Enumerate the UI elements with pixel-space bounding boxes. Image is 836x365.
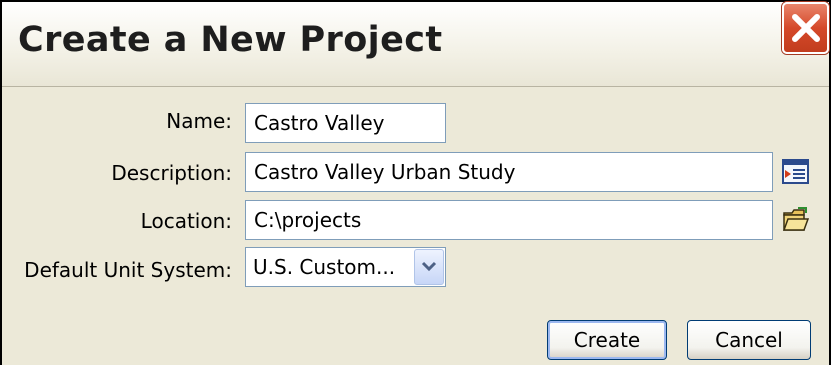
unit-system-dropdown[interactable]: U.S. Custom...	[245, 247, 446, 287]
unit-system-value: U.S. Custom...	[253, 255, 396, 279]
description-field[interactable]: Castro Valley Urban Study	[245, 152, 773, 192]
folder-open-icon[interactable]	[782, 205, 810, 233]
cancel-button[interactable]: Cancel	[687, 320, 811, 360]
dropdown-arrow-button[interactable]	[414, 249, 444, 285]
edit-description-icon[interactable]	[782, 158, 810, 186]
location-label: Location:	[140, 209, 232, 233]
close-x-icon	[792, 14, 820, 42]
unit-system-label: Default Unit System:	[24, 258, 232, 282]
dialog-title: Create a New Project	[18, 20, 443, 60]
description-label: Description:	[111, 161, 232, 185]
create-button[interactable]: Create	[547, 320, 667, 360]
name-label: Name:	[166, 109, 232, 133]
create-project-dialog: Create a New Project Name: Castro Valley…	[0, 0, 831, 365]
name-field[interactable]: Castro Valley	[245, 103, 446, 143]
dialog-title-bar: Create a New Project	[2, 2, 829, 87]
location-field[interactable]: C:\projects	[245, 200, 773, 240]
chevron-down-icon	[421, 261, 437, 272]
close-button[interactable]	[782, 2, 829, 54]
